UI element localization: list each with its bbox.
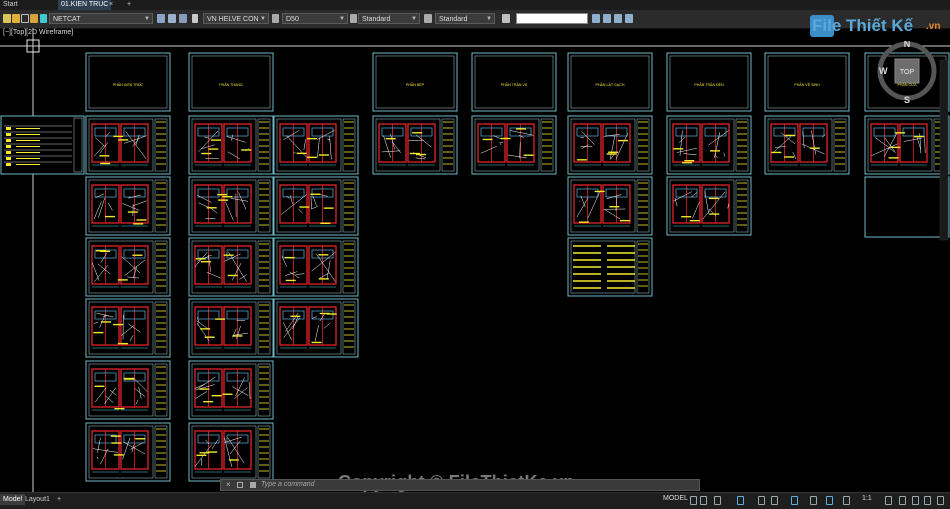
cover-sheet [472, 53, 556, 111]
infer-constraints-icon[interactable] [714, 496, 721, 505]
object-snap-icon[interactable] [791, 496, 798, 505]
recent-commands-icon[interactable] [250, 482, 256, 488]
ortho-mode-icon[interactable] [737, 496, 744, 505]
legend-sheet [1, 116, 84, 174]
close-command-icon[interactable]: × [226, 480, 231, 490]
command-line[interactable]: × Type a command [220, 479, 700, 491]
cover-sheet [189, 53, 273, 111]
annotation-visibility-icon[interactable] [843, 496, 850, 505]
legend-swatch [6, 151, 11, 154]
compass-west[interactable]: W [879, 66, 888, 76]
viewcube-face-label: TOP [900, 69, 915, 76]
model-space-toggle[interactable]: MODEL [663, 495, 688, 502]
transparency-icon[interactable] [826, 496, 833, 505]
cover-sheet [373, 53, 457, 111]
gear-icon[interactable] [885, 496, 892, 505]
cover-title: PHẦN LÁT GẠCH [596, 83, 625, 87]
compass-north[interactable]: N [904, 41, 911, 49]
cover-title: PHẦN KIẾN TRÚC [113, 82, 144, 87]
cover-title: PHẦN BẾP [406, 82, 425, 87]
isolate-objects-icon[interactable] [912, 496, 919, 505]
tab-layout1[interactable]: Layout1 [22, 494, 53, 505]
legend-swatch [6, 163, 11, 166]
cover-sheet [86, 53, 170, 111]
tab-add-layout[interactable]: + [54, 494, 64, 505]
logo-suffix: .vn [926, 21, 940, 32]
isodraft-icon[interactable] [771, 496, 778, 505]
compass-south[interactable]: S [904, 95, 910, 105]
legend-swatch [6, 127, 11, 130]
lineweight-icon[interactable] [810, 496, 817, 505]
cover-title: PHẦN THANG [219, 83, 243, 87]
model-space-canvas[interactable]: PHẦN KIẾN TRÚC PHẦN THANG PHẦN BẾP PHẦN TRẦ… [0, 0, 950, 508]
drawing-sheet [865, 177, 949, 237]
customize-menu-icon[interactable] [937, 496, 944, 505]
annotation-scale[interactable]: 1:1 [862, 495, 872, 502]
cover-title: PHẦN TRẦN ĐÈN [694, 82, 724, 87]
viewport-controls-label[interactable]: [−][Top][2D Wireframe] [3, 29, 73, 36]
cover-title: PHẦN TRẦN VS [501, 83, 528, 87]
command-input[interactable]: Type a command [261, 480, 315, 490]
grid-display-icon[interactable] [690, 496, 697, 505]
logo-text: File Thiết Kế [812, 16, 913, 36]
viewcube[interactable]: TOP N S W [877, 41, 941, 105]
legend-swatch [6, 133, 11, 136]
plus-icon[interactable] [899, 496, 906, 505]
legend-swatch [6, 139, 11, 142]
cover-sheet [765, 53, 849, 111]
cover-sheet [667, 53, 751, 111]
cover-sheet [568, 53, 652, 111]
legend-swatch [6, 145, 11, 148]
legend-swatch [6, 157, 11, 160]
vertical-scrollbar [940, 60, 948, 240]
status-bar: Model Layout1 + MODEL 1:1 [0, 492, 950, 509]
cover-title: PHẦN VỆ SINH [794, 82, 820, 87]
snap-mode-icon[interactable] [700, 496, 707, 505]
polar-tracking-icon[interactable] [758, 496, 765, 505]
wrench-icon[interactable] [237, 482, 243, 488]
hardware-accel-icon[interactable] [924, 496, 931, 505]
